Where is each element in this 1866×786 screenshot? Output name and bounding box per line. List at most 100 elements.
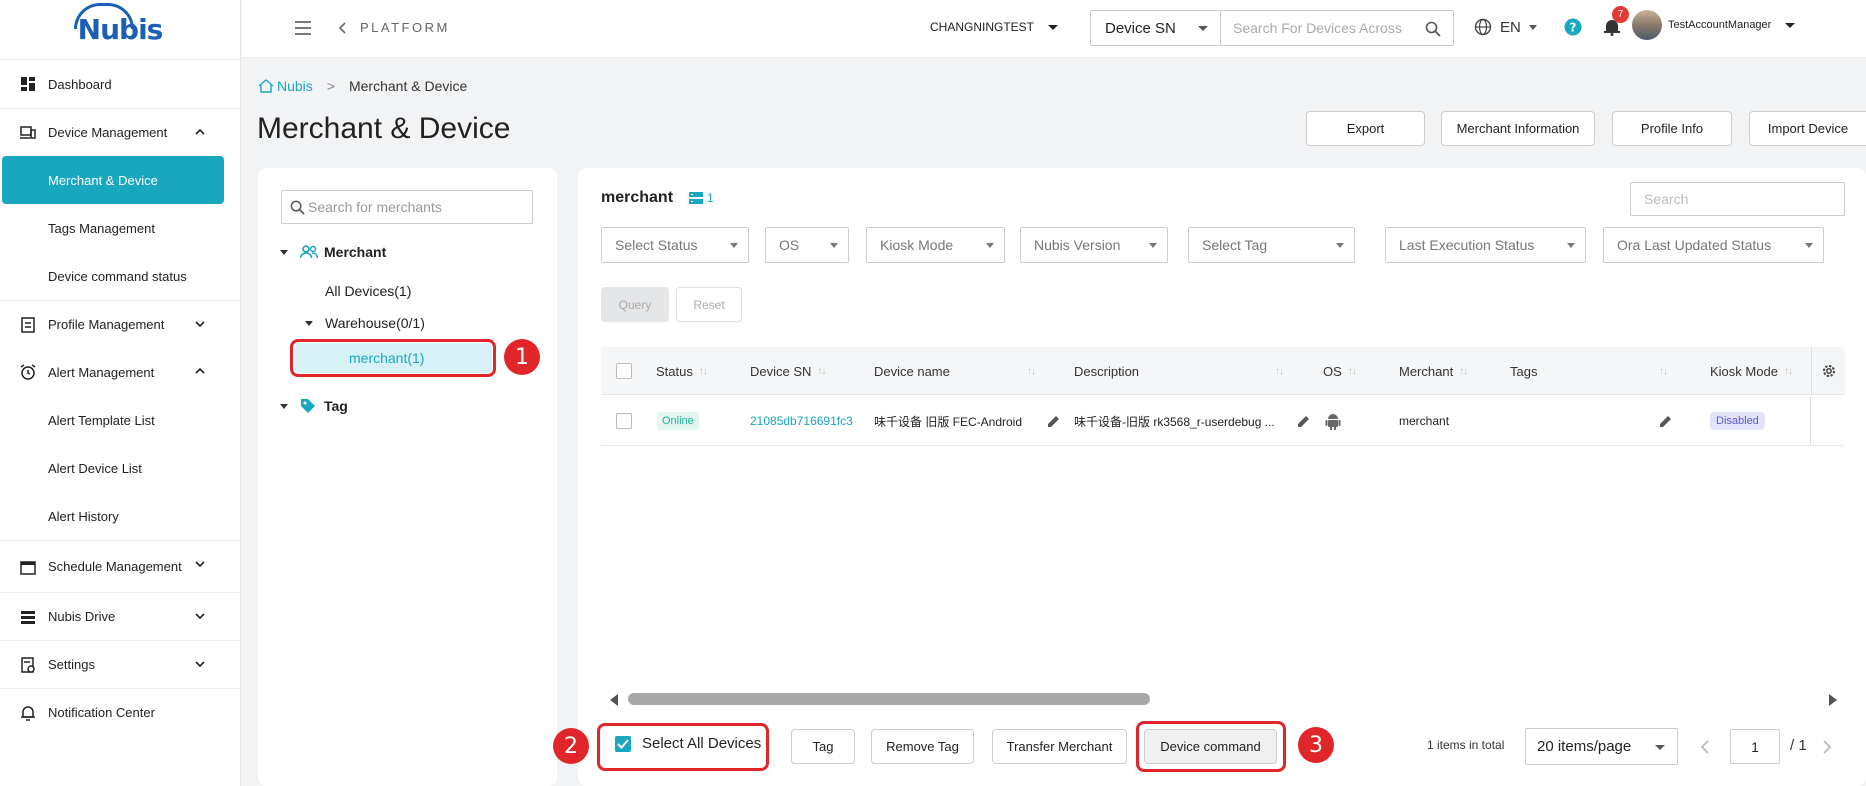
col-merchant[interactable]: Merchant ↑↓ xyxy=(1399,347,1468,395)
query-button[interactable]: Query xyxy=(601,287,669,322)
nav-alert-device-list[interactable]: Alert Device List xyxy=(0,444,240,492)
language-selector[interactable]: EN xyxy=(1474,18,1537,36)
nav-label: Settings xyxy=(48,657,95,672)
device-search-field[interactable]: Search xyxy=(1630,182,1845,216)
col-device-sn[interactable]: Device SN ↑↓ xyxy=(750,347,826,395)
user-name: TestAccountManager xyxy=(1668,19,1772,31)
caret-down-icon xyxy=(1149,243,1157,248)
page-input[interactable]: 1 xyxy=(1730,729,1780,764)
row-checkbox[interactable] xyxy=(616,396,632,446)
sort-icon: ↑↓ xyxy=(1347,365,1357,377)
col-status[interactable]: Status ↑↓ xyxy=(656,347,708,395)
nav-notification-center[interactable]: Notification Center xyxy=(0,688,240,736)
scroll-right-arrow[interactable] xyxy=(1829,694,1837,706)
help-icon[interactable]: ? xyxy=(1564,18,1582,36)
tree-warehouse[interactable]: Warehouse(0/1) xyxy=(305,315,425,331)
platform-back[interactable]: PLATFORM xyxy=(338,20,450,35)
col-kiosk-mode[interactable]: Kiosk Mode ↑↓ xyxy=(1710,347,1793,395)
sort-tags[interactable]: ↑↓ xyxy=(1653,347,1668,395)
import-device-button[interactable]: Import Device xyxy=(1749,111,1866,146)
search-type-value: Device SN xyxy=(1105,19,1176,37)
nav-dashboard[interactable]: Dashboard xyxy=(0,60,240,108)
nav-settings[interactable]: Settings xyxy=(0,640,240,688)
caret-down-icon xyxy=(1336,243,1344,248)
table-row[interactable]: Online 21085db716691fc3 味千设备 旧版 FEC-Andr… xyxy=(601,396,1845,446)
filter-status[interactable]: Select Status xyxy=(601,227,749,263)
edit-device-name-icon[interactable] xyxy=(1047,396,1060,446)
search-type-select[interactable]: Device SN xyxy=(1090,10,1221,46)
scroll-left-arrow[interactable] xyxy=(610,694,618,706)
tenant-selector[interactable]: CHANGNINGTEST xyxy=(930,20,1059,34)
nav-tags-management[interactable]: Tags Management xyxy=(0,204,240,252)
transfer-merchant-button[interactable]: Transfer Merchant xyxy=(992,729,1127,764)
col-label: Status xyxy=(656,363,693,379)
search-icon[interactable] xyxy=(1425,21,1441,37)
export-button[interactable]: Export xyxy=(1306,111,1425,146)
column-divider xyxy=(1810,396,1811,446)
profile-info-button[interactable]: Profile Info xyxy=(1612,111,1732,146)
filter-label: Select Status xyxy=(615,237,698,253)
nav-profile-management[interactable]: Profile Management xyxy=(0,300,240,348)
sidebar: Nubis Dashboard Device Management Mercha… xyxy=(0,0,241,786)
filter-last-execution-status[interactable]: Last Execution Status xyxy=(1385,227,1586,263)
annotation-box-2 xyxy=(597,723,769,771)
nav-merchant-device[interactable]: Merchant & Device xyxy=(2,156,224,204)
filter-kiosk-mode[interactable]: Kiosk Mode xyxy=(866,227,1005,263)
device-search-input[interactable]: Search For Devices Across xyxy=(1220,10,1454,46)
nav-alert-template-list[interactable]: Alert Template List xyxy=(0,396,240,444)
merchant-search-input[interactable]: Search for merchants xyxy=(281,190,533,224)
nav-alert-management[interactable]: Alert Management xyxy=(0,348,240,396)
annotation-box-1 xyxy=(290,339,496,377)
breadcrumb-home[interactable]: Nubis xyxy=(258,78,313,94)
device-sn-link[interactable]: 21085db716691fc3 xyxy=(750,396,853,446)
bell-icon xyxy=(20,705,36,721)
sort-device-name[interactable]: ↑↓ xyxy=(1021,347,1036,395)
logo[interactable]: Nubis xyxy=(0,0,240,60)
sort-icon: ↑↓ xyxy=(1659,365,1668,377)
home-icon xyxy=(258,79,274,93)
menu-icon[interactable] xyxy=(294,20,312,36)
nav-device-management[interactable]: Device Management xyxy=(0,108,240,156)
nav-alert-history[interactable]: Alert History xyxy=(0,492,240,540)
reset-button[interactable]: Reset xyxy=(676,287,742,322)
settings-doc-icon xyxy=(20,656,36,673)
nav-label: Alert Device List xyxy=(48,460,142,476)
tag-button[interactable]: Tag xyxy=(791,729,855,764)
nav-device-command-status[interactable]: Device command status xyxy=(0,252,240,300)
nav-schedule-management[interactable]: Schedule Management xyxy=(0,540,240,592)
globe-icon xyxy=(1474,18,1492,36)
col-device-name[interactable]: Device name xyxy=(874,347,950,395)
notifications-button[interactable]: 7 xyxy=(1604,6,1629,36)
edit-description-icon[interactable] xyxy=(1297,396,1310,446)
remove-tag-button[interactable]: Remove Tag xyxy=(871,729,974,764)
col-tags[interactable]: Tags xyxy=(1510,347,1537,395)
main-heading-text: merchant xyxy=(601,189,674,206)
nav-nubis-drive[interactable]: Nubis Drive xyxy=(0,592,240,640)
page-size-select[interactable]: 20 items/page xyxy=(1525,728,1678,765)
sort-icon: ↑↓ xyxy=(1275,365,1284,377)
sort-description[interactable]: ↑↓ xyxy=(1269,347,1284,395)
filter-nubis-version[interactable]: Nubis Version xyxy=(1020,227,1168,263)
filter-ora-last-updated-status[interactable]: Ora Last Updated Status xyxy=(1603,227,1824,263)
caret-down-icon xyxy=(1198,26,1208,31)
merchant-information-button[interactable]: Merchant Information xyxy=(1441,111,1595,146)
horizontal-scrollbar[interactable] xyxy=(628,693,1150,705)
prev-page-button[interactable] xyxy=(1700,739,1710,758)
col-description[interactable]: Description xyxy=(1074,347,1139,395)
filter-tag[interactable]: Select Tag xyxy=(1188,227,1355,263)
tree-merchant-root[interactable]: Merchant xyxy=(280,244,386,260)
chevron-left-icon xyxy=(1700,740,1709,754)
chevron-down-icon xyxy=(195,661,205,668)
filter-label: OS xyxy=(779,237,800,253)
next-page-button[interactable] xyxy=(1822,739,1832,758)
annotation-marker-2: 2 xyxy=(553,728,589,764)
col-os[interactable]: OS ↑↓ xyxy=(1323,347,1357,395)
filter-os[interactable]: OS xyxy=(765,227,849,263)
tree-tag-root[interactable]: Tag xyxy=(280,398,348,414)
column-settings[interactable] xyxy=(1811,347,1845,395)
svg-text:?: ? xyxy=(1570,21,1577,35)
user-menu[interactable]: TestAccountManager xyxy=(1632,10,1796,40)
edit-tags-icon[interactable] xyxy=(1659,396,1672,446)
select-all-checkbox[interactable] xyxy=(616,347,632,395)
tree-all-devices[interactable]: All Devices(1) xyxy=(325,283,411,299)
